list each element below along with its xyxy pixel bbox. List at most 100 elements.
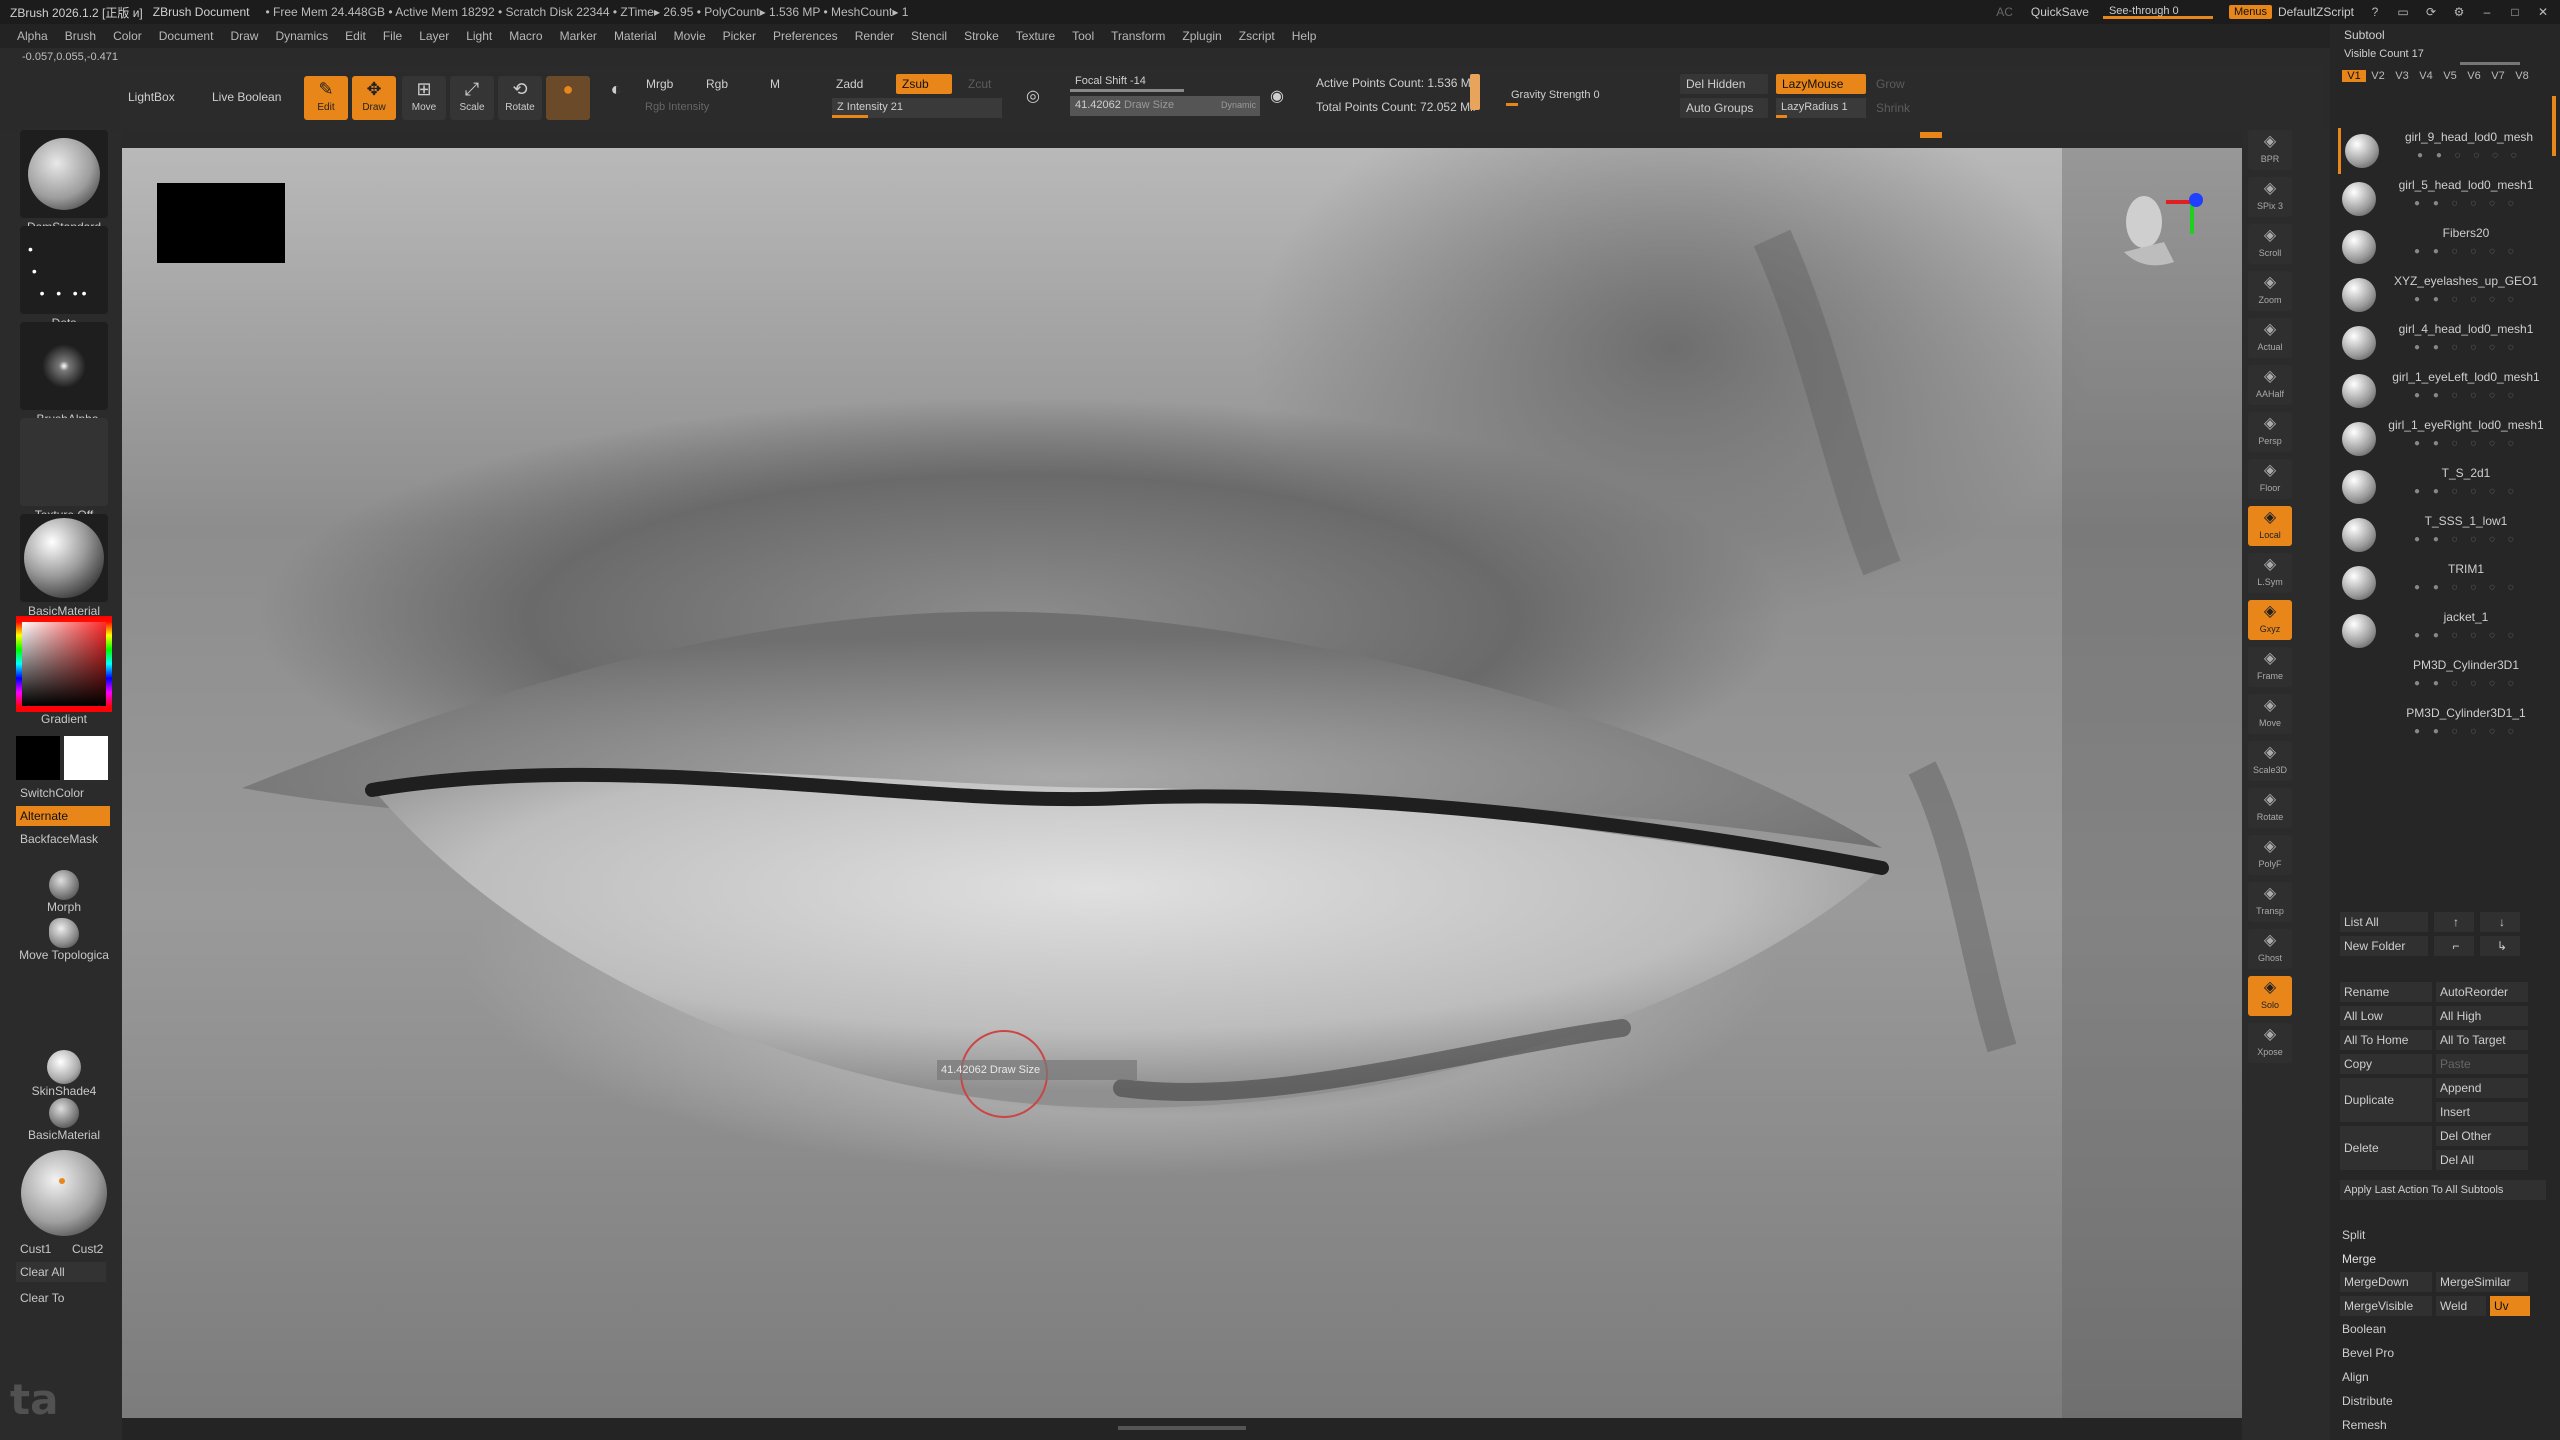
new-folder-button[interactable]: New Folder [2340, 936, 2428, 956]
subtool-visibility-icons[interactable]: ● ● ◌ ◌ ◌ ◌ [2414, 534, 2524, 545]
menus-toggle[interactable]: Menus [2228, 5, 2272, 19]
shelf-xpose[interactable]: ◈ Xpose [2248, 1023, 2292, 1063]
gravity-strength-slider[interactable]: Gravity Strength 0 [1506, 86, 1626, 106]
lazymouse-toggle[interactable]: LazyMouse [1776, 74, 1866, 94]
menu-draw[interactable]: Draw [230, 29, 258, 43]
see-through-slider[interactable]: See-through 0 [2102, 5, 2213, 19]
apply-last-action-button[interactable]: Apply Last Action To All Subtools [2340, 1180, 2546, 1200]
duplicate-button[interactable]: Duplicate [2340, 1078, 2432, 1122]
menu-stroke[interactable]: Stroke [964, 29, 999, 43]
arrow-down-icon[interactable]: ↳ [2480, 936, 2520, 956]
append-button[interactable]: Append [2436, 1078, 2528, 1098]
shelf-l-sym[interactable]: ◈ L.Sym [2248, 553, 2292, 593]
copy-button[interactable]: Copy [2340, 1054, 2432, 1074]
draw-size-slider[interactable]: 41.42062 Draw Size Dynamic [1070, 96, 1260, 116]
list-all-button[interactable]: List All [2340, 912, 2428, 932]
menu-zscript[interactable]: Zscript [1239, 29, 1275, 43]
subtool-item[interactable]: PM3D_Cylinder3D1_1 ● ● ◌ ◌ ◌ ◌ [2338, 704, 2554, 750]
subtool-item[interactable]: girl_1_eyeRight_lod0_mesh1 ● ● ◌ ◌ ◌ ◌ [2338, 416, 2554, 462]
split-section[interactable]: Split [2342, 1228, 2365, 1242]
menu-picker[interactable]: Picker [723, 29, 756, 43]
align-section[interactable]: Align [2342, 1370, 2369, 1384]
alpha-selector[interactable]: ~BrushAlpha [16, 322, 112, 426]
menu-help[interactable]: Help [1292, 29, 1317, 43]
subtool-visibility-icons[interactable]: ● ● ◌ ◌ ◌ ◌ [2414, 438, 2524, 449]
shelf-spix-3[interactable]: ◈ SPix 3 [2248, 177, 2292, 217]
visibility-set-v8[interactable]: V8 [2510, 70, 2534, 82]
quicksave-button[interactable]: QuickSave [2031, 5, 2089, 19]
grow-button[interactable]: Grow [1870, 74, 1911, 94]
shelf-polyf[interactable]: ◈ PolyF [2248, 835, 2292, 875]
visible-count-slider[interactable] [2460, 62, 2520, 65]
m-toggle[interactable]: M [764, 74, 786, 94]
visibility-set-v6[interactable]: V6 [2462, 70, 2486, 82]
menu-edit[interactable]: Edit [345, 29, 366, 43]
lightbox-button[interactable]: LightBox [128, 90, 175, 104]
mergesimilar-button[interactable]: MergeSimilar [2436, 1272, 2528, 1292]
shelf-rotate[interactable]: ◈ Rotate [2248, 788, 2292, 828]
menu-render[interactable]: Render [855, 29, 894, 43]
settings-icon[interactable]: ⚙ [2452, 6, 2466, 18]
merge-section[interactable]: Merge [2342, 1252, 2376, 1266]
basicmaterial-2[interactable]: BasicMaterial [16, 1098, 112, 1142]
primary-color-swatch[interactable] [16, 736, 60, 780]
close-icon[interactable]: ✕ [2536, 6, 2550, 18]
shelf-ghost[interactable]: ◈ Ghost [2248, 929, 2292, 969]
material-selector[interactable]: BasicMaterial [16, 514, 112, 618]
menu-material[interactable]: Material [614, 29, 657, 43]
subtool-header[interactable]: Subtool [2330, 24, 2560, 46]
subtool-item[interactable]: T_S_2d1 ● ● ◌ ◌ ◌ ◌ [2338, 464, 2554, 510]
refresh-icon[interactable]: ⟳ [2424, 6, 2438, 18]
menu-brush[interactable]: Brush [65, 29, 96, 43]
rename-button[interactable]: Rename [2340, 982, 2432, 1002]
menu-file[interactable]: File [383, 29, 402, 43]
shelf-zoom[interactable]: ◈ Zoom [2248, 271, 2292, 311]
morph-brush[interactable]: Morph [16, 870, 112, 914]
menu-color[interactable]: Color [113, 29, 142, 43]
brush-selector[interactable]: DamStandard [16, 130, 112, 234]
help-icon[interactable]: ? [2368, 6, 2382, 18]
visibility-set-v3[interactable]: V3 [2390, 70, 2414, 82]
cust1-button[interactable]: Cust1 [20, 1242, 51, 1256]
subtool-item[interactable]: girl_5_head_lod0_mesh1 ● ● ◌ ◌ ◌ ◌ [2338, 176, 2554, 222]
bottom-tray-handle[interactable] [1118, 1426, 1246, 1430]
paste-button[interactable]: Paste [2436, 1054, 2528, 1074]
distribute-section[interactable]: Distribute [2342, 1394, 2393, 1408]
subtool-item[interactable]: XYZ_eyelashes_up_GEO1 ● ● ◌ ◌ ◌ ◌ [2338, 272, 2554, 318]
shelf-scale3d[interactable]: ◈ Scale3D [2248, 741, 2292, 781]
scale-button[interactable]: ⤢ Scale [450, 76, 494, 120]
folder-icon[interactable]: ⌐ [2434, 936, 2474, 956]
subtool-visibility-icons[interactable]: ● ● ◌ ◌ ◌ ◌ [2414, 246, 2524, 257]
texture-selector[interactable]: Texture Off [16, 418, 112, 522]
del-other-button[interactable]: Del Other [2436, 1126, 2528, 1146]
bevel-pro-section[interactable]: Bevel Pro [2342, 1346, 2394, 1360]
material-swatch-button[interactable]: ● [546, 76, 590, 120]
subtool-item[interactable]: girl_4_head_lod0_mesh1 ● ● ◌ ◌ ◌ ◌ [2338, 320, 2554, 366]
weld-toggle[interactable]: Weld [2436, 1296, 2486, 1316]
visibility-set-v5[interactable]: V5 [2438, 70, 2462, 82]
shelf-solo[interactable]: ◈ Solo [2248, 976, 2292, 1016]
boolean-section[interactable]: Boolean [2342, 1322, 2386, 1336]
insert-button[interactable]: Insert [2436, 1102, 2528, 1122]
cust2-button[interactable]: Cust2 [72, 1242, 103, 1256]
subtool-visibility-icons[interactable]: ● ● ◌ ◌ ◌ ◌ [2414, 342, 2524, 353]
shelf-actual[interactable]: ◈ Actual [2248, 318, 2292, 358]
subtool-scrollbar[interactable] [2552, 96, 2556, 156]
subtool-visibility-icons[interactable]: ● ● ◌ ◌ ◌ ◌ [2414, 486, 2524, 497]
layout-icon[interactable]: ▭ [2396, 6, 2410, 18]
subtool-visibility-icons[interactable]: ● ● ◌ ◌ ◌ ◌ [2414, 726, 2524, 737]
menu-stencil[interactable]: Stencil [911, 29, 947, 43]
shelf-transp[interactable]: ◈ Transp [2248, 882, 2292, 922]
move-down-icon[interactable]: ↓ [2480, 912, 2520, 932]
autoreorder-button[interactable]: AutoReorder [2436, 982, 2528, 1002]
custom-material-sphere[interactable] [16, 1150, 112, 1236]
navigation-gizmo[interactable] [2104, 172, 2214, 292]
subtool-item[interactable]: PM3D_Cylinder3D1 ● ● ◌ ◌ ◌ ◌ [2338, 656, 2554, 702]
shelf-aahalf[interactable]: ◈ AAHalf [2248, 365, 2292, 405]
rotate-button[interactable]: ⟲ Rotate [498, 76, 542, 120]
all-to-target-button[interactable]: All To Target [2436, 1030, 2528, 1050]
lazyradius-slider[interactable]: LazyRadius 1 [1776, 98, 1866, 118]
default-zscript-button[interactable]: DefaultZScript [2278, 5, 2354, 19]
menu-marker[interactable]: Marker [560, 29, 597, 43]
clear-to-button[interactable]: Clear To [16, 1288, 106, 1308]
